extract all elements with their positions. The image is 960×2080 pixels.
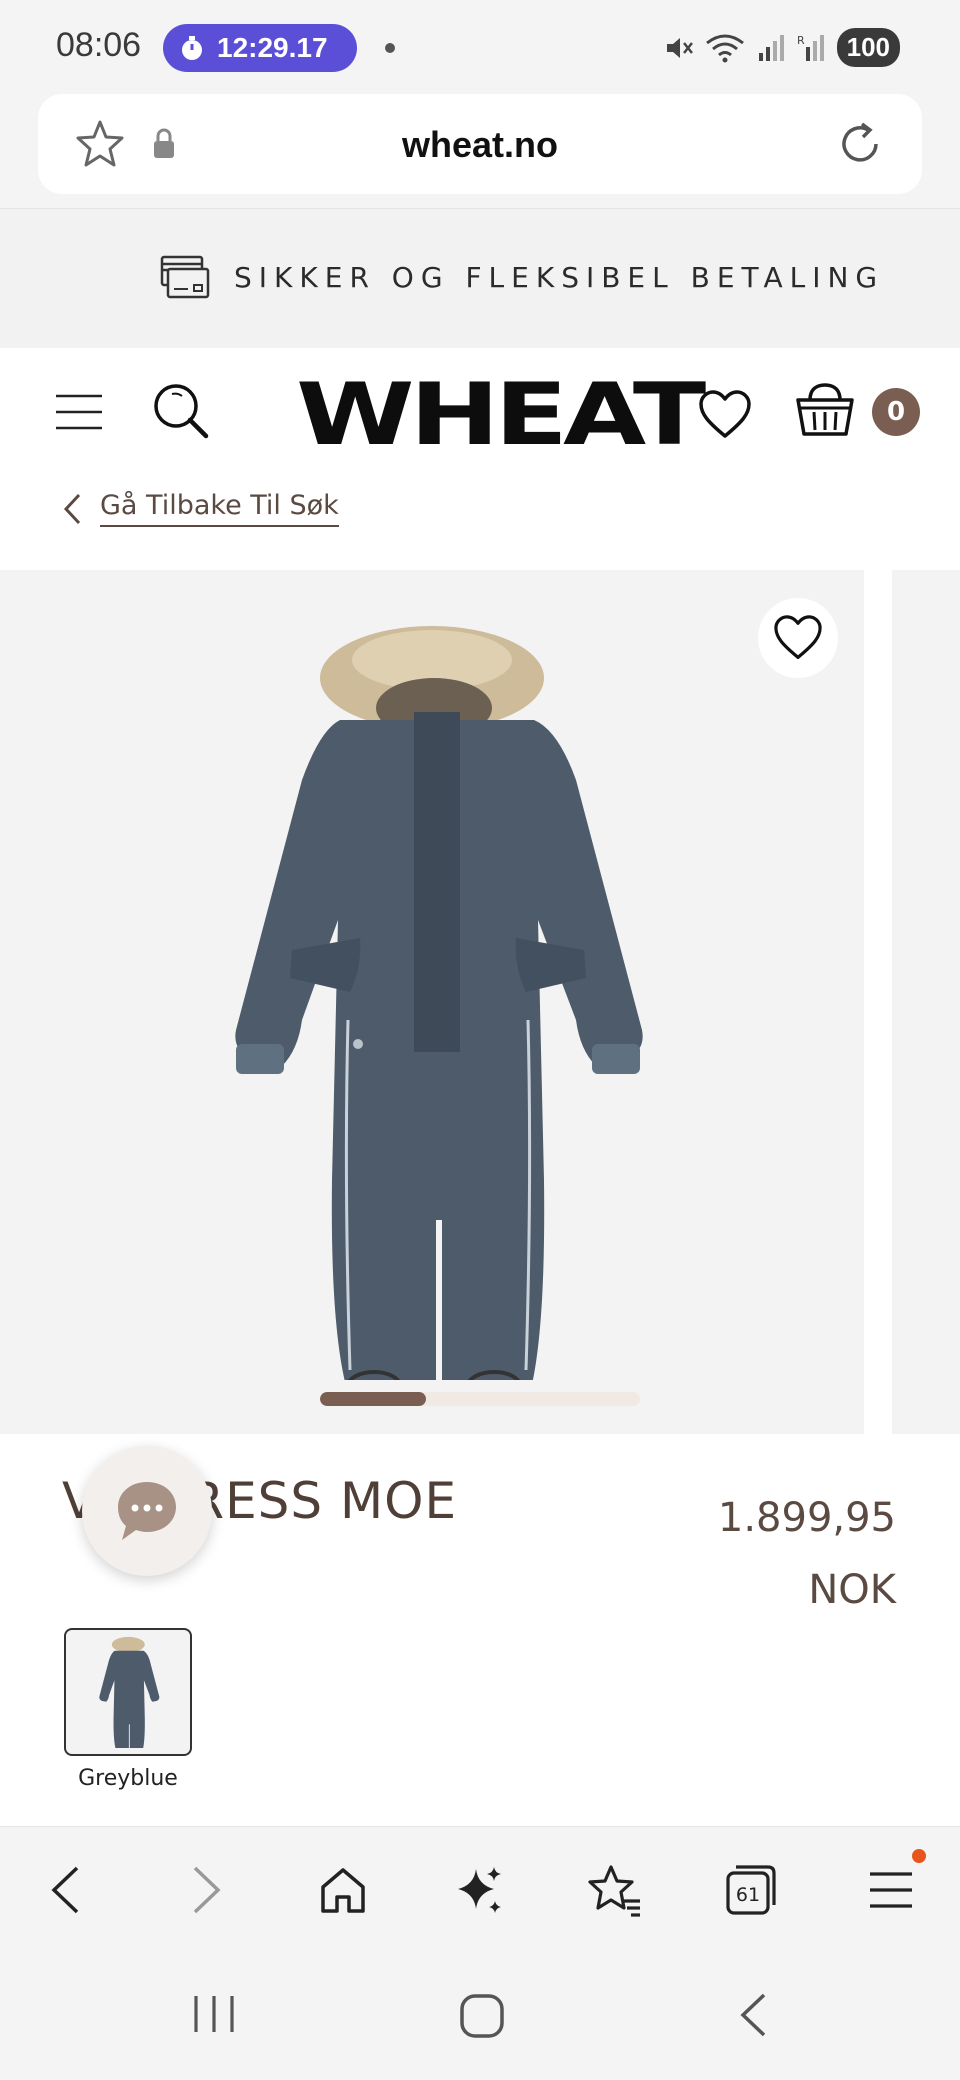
back-button[interactable] [30, 1855, 100, 1925]
cart-count-badge[interactable]: 0 [872, 388, 920, 436]
ai-assistant-button[interactable] [444, 1855, 514, 1925]
roaming-signal-icon: R [797, 34, 824, 61]
forward-button[interactable] [172, 1855, 242, 1925]
stopwatch-icon [182, 36, 202, 60]
reload-icon[interactable] [834, 118, 886, 170]
menu-notification-dot [912, 1849, 926, 1863]
system-nav-bar [0, 1950, 960, 2080]
tabs-icon: 61 [726, 1865, 776, 1915]
chevron-left-icon [63, 493, 81, 524]
gallery-pager-progress [320, 1392, 426, 1406]
battery-indicator: 100 [836, 28, 900, 67]
hamburger-menu-icon[interactable] [54, 392, 104, 432]
bookmarks-icon [588, 1865, 640, 1917]
gallery-next-image-peek[interactable] [892, 570, 960, 1434]
svg-text:R: R [797, 34, 805, 47]
system-back-icon[interactable] [738, 1992, 768, 2038]
bookmarks-button[interactable] [580, 1855, 650, 1925]
favorite-button[interactable] [758, 598, 838, 678]
home-button[interactable] [308, 1855, 378, 1925]
search-icon[interactable] [150, 380, 212, 442]
browser-bottom-nav: 61 [0, 1826, 960, 1950]
heart-icon [774, 615, 822, 659]
swatch-thumbnail [99, 1636, 160, 1748]
payment-card-icon [160, 255, 210, 299]
recent-apps-icon[interactable] [190, 1992, 238, 2036]
tabs-count: 61 [736, 1884, 760, 1906]
shopping-basket-icon[interactable] [794, 382, 856, 438]
timer-value: 12:29.17 [217, 32, 328, 63]
price-currency: NOK [808, 1567, 896, 1613]
mute-icon [666, 37, 693, 58]
product-gallery[interactable] [0, 570, 960, 1434]
chat-bubble-icon [118, 1482, 176, 1540]
wishlist-heart-icon[interactable] [698, 390, 752, 440]
payment-banner: SIKKER OG FLEKSIBEL BETALING [0, 208, 960, 348]
signal-icon [758, 34, 784, 61]
timer-pill[interactable]: 12:29.17 [163, 24, 357, 72]
banner-text: SIKKER OG FLEKSIBEL BETALING [234, 260, 885, 294]
url-text[interactable]: wheat.no [38, 124, 922, 166]
swatch-label: Greyblue [78, 1766, 178, 1791]
forward-icon [193, 1866, 221, 1914]
status-bar: 08:06 12:29.17 R 100 [0, 0, 960, 96]
menu-icon [870, 1872, 912, 1908]
wifi-icon [705, 34, 744, 62]
ai-sparkle-icon [458, 1867, 501, 1913]
back-icon [51, 1866, 79, 1914]
url-bar[interactable]: wheat.no [38, 94, 922, 194]
status-icons: R 100 [663, 28, 900, 67]
chat-button[interactable] [82, 1446, 212, 1576]
back-to-search-link[interactable]: Gå Tilbake Til Søk [62, 490, 339, 527]
status-time: 08:06 [56, 26, 142, 64]
gallery-pager[interactable] [320, 1392, 640, 1406]
home-icon [321, 1868, 365, 1913]
home-circle-icon[interactable] [458, 1992, 506, 2040]
tabs-button[interactable]: 61 [716, 1855, 786, 1925]
back-link-label: Gå Tilbake Til Søk [100, 490, 339, 527]
product-image-snowsuit [235, 626, 643, 1380]
product-price: 1.899,95 NOK [718, 1482, 896, 1626]
notification-dot [385, 43, 395, 53]
price-amount: 1.899,95 [717, 1495, 896, 1541]
color-swatch[interactable] [64, 1628, 192, 1756]
gallery-main-image[interactable] [0, 570, 864, 1434]
browser-menu-button[interactable] [856, 1855, 926, 1925]
wheat-logo[interactable]: WHEAT [296, 360, 706, 470]
